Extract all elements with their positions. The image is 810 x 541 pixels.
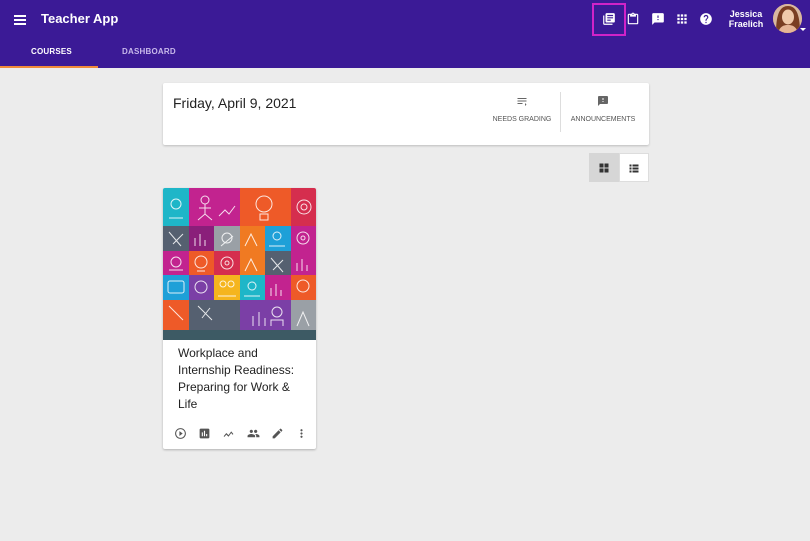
announcements-button[interactable]: ANNOUNCEMENTS (568, 95, 638, 135)
menu-icon[interactable] (14, 10, 32, 28)
user-name[interactable]: Jessica Fraelich (720, 9, 772, 29)
edit-icon[interactable] (269, 425, 285, 441)
play-icon[interactable] (172, 425, 188, 441)
clipboard-icon[interactable] (623, 9, 643, 29)
grid-view-button[interactable] (589, 153, 619, 182)
grid-view-icon (599, 163, 609, 172)
course-card[interactable]: Workplace and Internship Readiness: Prep… (163, 188, 316, 449)
tab-courses[interactable]: COURSES (31, 47, 72, 56)
chevron-down-icon[interactable] (800, 28, 806, 31)
app-title: Teacher App (41, 11, 119, 26)
tab-dashboard[interactable]: DASHBOARD (122, 47, 176, 56)
avatar[interactable] (773, 4, 802, 33)
list-view-button[interactable] (619, 153, 649, 182)
apps-grid-icon[interactable] (672, 9, 692, 29)
course-title[interactable]: Workplace and Internship Readiness: Prep… (178, 345, 310, 413)
date-card: Friday, April 9, 2021 NEEDS GRADING ANNO… (163, 83, 649, 145)
list-view-icon (629, 164, 639, 172)
needs-grading-label: NEEDS GRADING (492, 116, 552, 123)
announcements-label: ANNOUNCEMENTS (570, 116, 636, 123)
trend-icon[interactable] (220, 425, 236, 441)
user-first-name: Jessica (729, 9, 763, 19)
app-bar: Teacher App Jessica Fraelich COURSES DAS… (0, 0, 810, 68)
feedback-icon[interactable] (648, 9, 668, 29)
needs-grading-icon (517, 98, 527, 106)
course-cover-image (163, 188, 316, 340)
needs-grading-button[interactable]: NEEDS GRADING (492, 95, 552, 135)
people-icon[interactable] (245, 425, 261, 441)
help-icon[interactable] (696, 9, 716, 29)
announcement-icon (598, 96, 608, 106)
more-vert-icon[interactable] (293, 425, 309, 441)
active-tab-indicator (0, 66, 98, 68)
user-last-name: Fraelich (728, 19, 764, 29)
course-actions (172, 425, 312, 441)
current-date: Friday, April 9, 2021 (173, 95, 297, 111)
library-books-icon[interactable] (599, 9, 619, 29)
bar-chart-icon[interactable] (196, 425, 212, 441)
divider (560, 92, 561, 132)
